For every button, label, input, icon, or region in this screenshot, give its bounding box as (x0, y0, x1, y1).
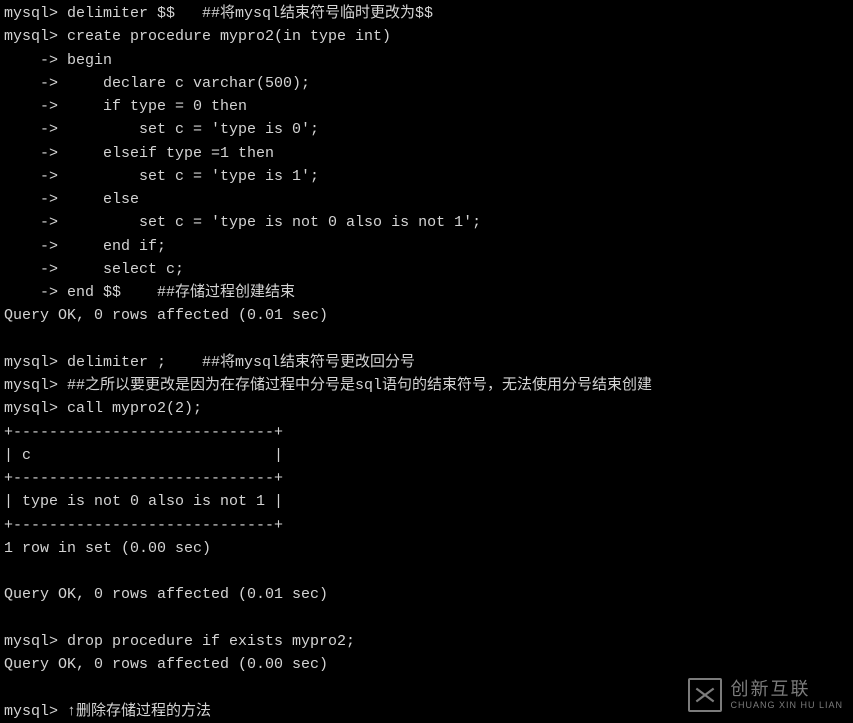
terminal-line: | type is not 0 also is not 1 | (4, 490, 849, 513)
terminal-line: -> declare c varchar(500); (4, 72, 849, 95)
watermark: 创新互联 CHUANG XIN HU LIAN (688, 678, 843, 712)
terminal-line: -> end if; (4, 235, 849, 258)
terminal-line: mysql> drop procedure if exists mypro2; (4, 630, 849, 653)
terminal-line (4, 328, 849, 351)
terminal-line: mysql> call mypro2(2); (4, 397, 849, 420)
terminal-line: -> end $$ ##存储过程创建结束 (4, 281, 849, 304)
terminal-line: mysql> delimiter $$ ##将mysql结束符号临时更改为$$ (4, 2, 849, 25)
terminal-line: -> elseif type =1 then (4, 142, 849, 165)
terminal-line: -> if type = 0 then (4, 95, 849, 118)
terminal-line: +-----------------------------+ (4, 467, 849, 490)
terminal-line (4, 607, 849, 630)
terminal-line: | c | (4, 444, 849, 467)
watermark-name: 创新互联 (730, 679, 843, 701)
terminal-line: -> set c = 'type is 0'; (4, 118, 849, 141)
terminal-line: mysql> delimiter ; ##将mysql结束符号更改回分号 (4, 351, 849, 374)
terminal-output[interactable]: mysql> delimiter $$ ##将mysql结束符号临时更改为$$m… (0, 2, 853, 723)
terminal-line: +-----------------------------+ (4, 514, 849, 537)
terminal-line: mysql> ##之所以要更改是因为在存储过程中分号是sql语句的结束符号，无法… (4, 374, 849, 397)
terminal-line: +-----------------------------+ (4, 421, 849, 444)
terminal-line: Query OK, 0 rows affected (0.01 sec) (4, 304, 849, 327)
terminal-line: -> else (4, 188, 849, 211)
watermark-pinyin: CHUANG XIN HU LIAN (730, 700, 843, 711)
terminal-line: 1 row in set (0.00 sec) (4, 537, 849, 560)
terminal-line: mysql> create procedure mypro2(in type i… (4, 25, 849, 48)
terminal-line: -> begin (4, 49, 849, 72)
terminal-line: Query OK, 0 rows affected (0.01 sec) (4, 583, 849, 606)
terminal-line: -> set c = 'type is 1'; (4, 165, 849, 188)
terminal-line (4, 560, 849, 583)
terminal-line: -> set c = 'type is not 0 also is not 1'… (4, 211, 849, 234)
watermark-logo-icon (688, 678, 722, 712)
terminal-line: Query OK, 0 rows affected (0.00 sec) (4, 653, 849, 676)
terminal-line: -> select c; (4, 258, 849, 281)
